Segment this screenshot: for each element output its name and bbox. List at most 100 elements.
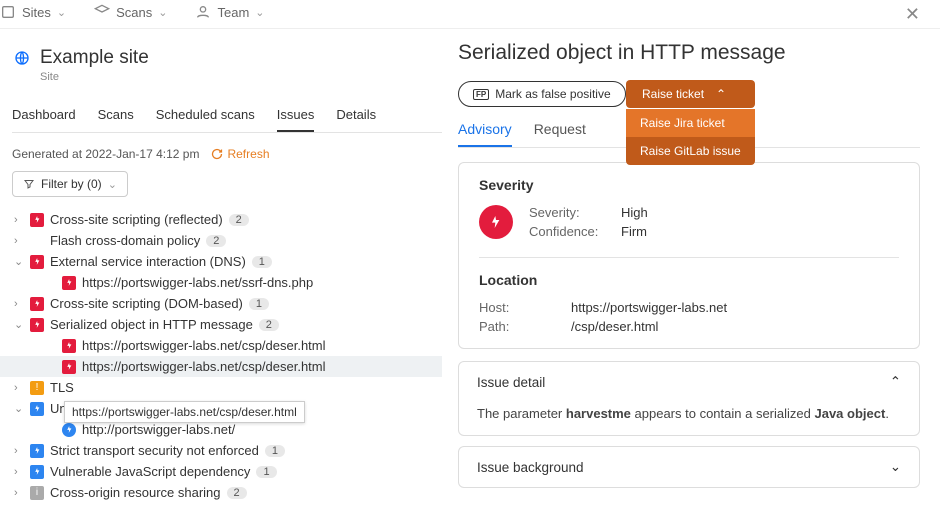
chevron-down-icon: ⌄ (14, 402, 24, 415)
tree-row[interactable]: ›iCross-origin resource sharing2 (0, 482, 442, 503)
nav-sites[interactable]: Sites ⌄ (0, 4, 66, 20)
raise-ticket-menu: Raise Jira ticket Raise GitLab issue (626, 109, 755, 165)
tree-label: Strict transport security not enforced (50, 443, 259, 458)
severity-low-icon (30, 465, 44, 479)
tree-row[interactable]: ›Cross-site scripting (reflected)2 (0, 209, 442, 230)
raise-jira-item[interactable]: Raise Jira ticket (626, 109, 755, 137)
filter-button[interactable]: Filter by (0) ⌄ (12, 171, 128, 197)
close-icon[interactable]: ✕ (905, 4, 920, 25)
severity-low-icon (62, 423, 76, 437)
count-badge: 2 (206, 235, 226, 247)
refresh-label: Refresh (227, 147, 269, 161)
filter-label: Filter by (0) (41, 177, 102, 191)
chevron-up-icon: ⌃ (716, 87, 726, 101)
refresh-button[interactable]: Refresh (211, 147, 269, 161)
refresh-icon (211, 148, 223, 160)
issue-detail-section: Issue detail ⌃ The parameter harvestme a… (458, 361, 920, 436)
issue-background-toggle[interactable]: Issue background ⌄ (459, 447, 919, 487)
count-badge: 2 (227, 487, 247, 499)
tree-row[interactable]: ⌄ Serialized object in HTTP message 2 (0, 314, 442, 335)
issue-detail-toggle[interactable]: Issue detail ⌃ (459, 362, 919, 402)
chevron-down-icon: ⌄ (890, 459, 901, 475)
raise-gitlab-item[interactable]: Raise GitLab issue (626, 137, 755, 165)
fp-label: Mark as false positive (495, 87, 610, 101)
severity-high-icon (30, 213, 44, 227)
filter-icon (23, 178, 35, 190)
count-badge: 2 (229, 214, 249, 226)
confidence-value: Firm (621, 224, 648, 239)
team-icon (195, 4, 211, 20)
chevron-right-icon: › (14, 214, 24, 226)
host-value: https://portswigger-labs.net (571, 300, 899, 315)
tab-issues[interactable]: Issues (277, 99, 315, 132)
severity-icon (479, 205, 513, 239)
severity-heading: Severity (479, 177, 899, 193)
tree-row[interactable]: › Strict transport security not enforced 1 (0, 440, 442, 461)
tree-row[interactable]: ⌄ External service interaction (DNS) 1 (0, 251, 442, 272)
tree-row[interactable]: https://portswigger-labs.net/csp/deser.h… (0, 356, 442, 377)
host-label: Host: (479, 300, 559, 315)
severity-high-icon (30, 318, 44, 332)
chevron-right-icon: › (14, 382, 24, 394)
tree-row[interactable]: https://portswigger-labs.net/ssrf-dns.ph… (0, 272, 442, 293)
tab-dashboard[interactable]: Dashboard (12, 99, 76, 132)
chevron-right-icon: › (14, 235, 24, 247)
severity-high-icon (30, 255, 44, 269)
chevron-down-icon: ⌄ (108, 178, 117, 191)
severity-high-icon (62, 276, 76, 290)
generated-label: Generated at 2022-Jan-17 4:12 pm (12, 147, 199, 161)
count-badge: 1 (256, 466, 276, 478)
left-tabs: Dashboard Scans Scheduled scans Issues Detai… (12, 99, 442, 133)
severity-high-icon (30, 297, 44, 311)
tab-scheduled-scans[interactable]: Scheduled scans (156, 99, 255, 132)
tree-row[interactable]: ›Cross-site scripting (DOM-based)1 (0, 293, 442, 314)
false-positive-button[interactable]: FP Mark as false positive (458, 81, 626, 107)
tab-details[interactable]: Details (336, 99, 376, 132)
tab-request[interactable]: Request (534, 115, 586, 147)
tree-label: https://portswigger-labs.net/csp/deser.h… (82, 338, 326, 353)
severity-card: Severity Severity: High Confidence: Firm… (458, 162, 920, 349)
issue-title: Serialized object in HTTP message (458, 41, 920, 65)
severity-high-icon (62, 360, 76, 374)
chevron-down-icon: ⌄ (14, 255, 24, 268)
tree-label: https://portswigger-labs.net/csp/deser.h… (82, 359, 326, 374)
issue-detail-body: The parameter harvestme appears to conta… (459, 402, 919, 435)
nav-scans[interactable]: Scans ⌄ (94, 4, 167, 20)
chevron-right-icon: › (14, 487, 24, 499)
nav-scans-label: Scans (116, 5, 152, 20)
tree-row[interactable]: › Vulnerable JavaScript dependency 1 (0, 461, 442, 482)
left-panel: Example site Site Dashboard Scans Schedule… (0, 29, 450, 515)
severity-high-icon (62, 339, 76, 353)
chevron-down-icon: ⌄ (14, 318, 24, 331)
chevron-right-icon: › (14, 466, 24, 478)
nav-team[interactable]: Team ⌄ (195, 4, 264, 20)
severity-label: Severity: (529, 205, 609, 220)
chevron-down-icon: ⌄ (158, 6, 167, 19)
site-subtitle: Site (40, 71, 442, 83)
issue-background-section: Issue background ⌄ (458, 446, 920, 488)
chevron-up-icon: ⌃ (890, 374, 901, 390)
tab-advisory[interactable]: Advisory (458, 115, 512, 147)
tree-label: Serialized object in HTTP message (50, 317, 253, 332)
count-badge: 1 (252, 256, 272, 268)
detail-panel: Serialized object in HTTP message FP Mar… (450, 29, 940, 515)
tree-label: Cross-origin resource sharing (50, 485, 221, 500)
tree-row[interactable]: ›!TLS (0, 377, 442, 398)
tree-row[interactable]: ›Flash cross-domain policy2 (0, 230, 442, 251)
count-badge: 1 (265, 445, 285, 457)
sites-icon (0, 4, 16, 20)
tree-label: Vulnerable JavaScript dependency (50, 464, 250, 479)
tooltip: https://portswigger-labs.net/csp/deser.h… (64, 401, 305, 423)
tab-scans[interactable]: Scans (98, 99, 134, 132)
location-heading: Location (479, 272, 899, 288)
chevron-right-icon: › (14, 445, 24, 457)
site-title: Example site (40, 47, 149, 69)
raise-ticket-button[interactable]: Raise ticket ⌃ (626, 80, 755, 108)
count-badge: 2 (259, 319, 279, 331)
tree-label: External service interaction (DNS) (50, 254, 246, 269)
tree-row[interactable]: https://portswigger-labs.net/csp/deser.h… (0, 335, 442, 356)
globe-icon (14, 50, 30, 66)
raise-label: Raise ticket (642, 87, 704, 101)
severity-low-icon (30, 444, 44, 458)
fp-icon: FP (473, 89, 489, 100)
